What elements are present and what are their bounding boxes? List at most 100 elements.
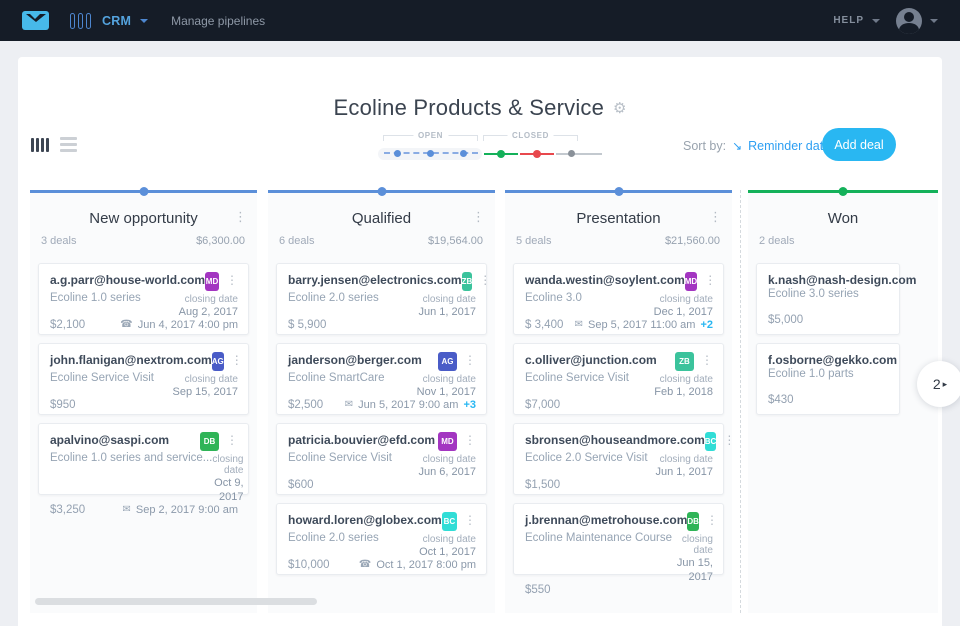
- owner-avatar[interactable]: MD: [685, 272, 697, 291]
- pipeline-page: CRM Manage pipelines HELP Ecoline Produc…: [0, 0, 960, 626]
- closing-date: closing date Jun 15, 2017: [672, 534, 713, 584]
- deal-card[interactable]: a.g.parr@house-world.com MD ⋮ Ecoline 1.…: [38, 263, 249, 335]
- stage-column-qualified: Qualified ⋮ 6 deals $19,564.00 barry.jen…: [268, 190, 495, 613]
- owner-avatar[interactable]: AG: [212, 352, 224, 371]
- horizontal-scrollbar[interactable]: [35, 598, 317, 605]
- open-label: OPEN: [413, 131, 448, 140]
- deal-card[interactable]: wanda.westin@soylent.com MD ⋮ Ecoline 3.…: [513, 263, 724, 335]
- next-activity: ☎ Oct 1, 2017 8:00 pm: [359, 559, 476, 571]
- chevron-down-icon: [140, 19, 148, 23]
- deal-product: Ecoline Service Visit: [525, 372, 629, 399]
- deal-card[interactable]: sbronsen@houseandmore.com BC ⋮ Ecolice 2…: [513, 423, 724, 495]
- closing-date: closing date Nov 1, 2017: [417, 374, 476, 399]
- deal-card[interactable]: howard.loren@globex.com BC ⋮ Ecoline 2.0…: [276, 503, 487, 575]
- stage-dot: [394, 150, 401, 157]
- owner-avatar[interactable]: BC: [442, 512, 457, 531]
- deals-count: 5 deals: [516, 235, 551, 257]
- chevron-down-icon: [872, 19, 880, 23]
- closing-date: closing date Sep 15, 2017: [173, 374, 238, 399]
- deal-email: wanda.westin@soylent.com: [525, 273, 685, 287]
- deal-card[interactable]: k.nash@nash-design.com Ecoline 3.0 serie…: [756, 263, 900, 335]
- deal-card[interactable]: j.brennan@metrohouse.com DB ⋮ Ecoline Ma…: [513, 503, 724, 575]
- owner-avatar[interactable]: MD: [438, 432, 457, 451]
- owner-avatar[interactable]: MD: [205, 272, 219, 291]
- card-menu-icon[interactable]: ⋮: [226, 434, 238, 446]
- stage-dot: [460, 150, 467, 157]
- card-menu-icon[interactable]: ⋮: [464, 354, 476, 366]
- deal-amount: $950: [50, 399, 76, 411]
- owner-avatar[interactable]: AG: [438, 352, 457, 371]
- open-stages-bracket: OPEN: [383, 135, 478, 141]
- add-deal-button[interactable]: Add deal: [822, 128, 896, 161]
- card-menu-icon[interactable]: ⋮: [464, 514, 476, 526]
- card-menu-icon[interactable]: ⋮: [226, 274, 238, 286]
- deals-total: $21,560.00: [665, 235, 720, 257]
- stage-line: [378, 147, 628, 161]
- chevron-right-icon: ▸: [943, 379, 948, 390]
- pipeline-columns-icon[interactable]: [70, 13, 91, 29]
- user-avatar[interactable]: [896, 8, 922, 34]
- deal-product: Ecoline 3.0 series: [768, 288, 859, 300]
- stage-dot: [427, 150, 434, 157]
- deal-amount: $430: [768, 394, 794, 406]
- deal-card[interactable]: c.olliver@junction.com ZB ⋮ Ecoline Serv…: [513, 343, 724, 415]
- deal-card[interactable]: apalvino@saspi.com DB ⋮ Ecoline 1.0 seri…: [38, 423, 249, 495]
- sort-direction-icon[interactable]: ↘: [732, 140, 742, 152]
- deal-email: f.osborne@gekko.com: [768, 353, 897, 367]
- mail-app-icon[interactable]: [22, 11, 49, 30]
- pipeline-stages-widget: OPEN CLOSED: [378, 131, 628, 161]
- sort-by-label: Sort by:: [683, 139, 726, 153]
- stage-column-new-opportunity: New opportunity ⋮ 3 deals $6,300.00 a.g.…: [30, 190, 257, 613]
- card-menu-icon[interactable]: ⋮: [701, 354, 713, 366]
- gear-icon[interactable]: ⚙: [613, 101, 626, 116]
- deal-card[interactable]: john.flanigan@nextrom.com AG ⋮ Ecoline S…: [38, 343, 249, 415]
- crm-menu[interactable]: CRM: [102, 14, 131, 28]
- deal-card[interactable]: patricia.bouvier@efd.com MD ⋮ Ecoline Se…: [276, 423, 487, 495]
- card-menu-icon[interactable]: ⋮: [464, 434, 476, 446]
- manage-pipelines-link[interactable]: Manage pipelines: [171, 14, 265, 28]
- deal-email: a.g.parr@house-world.com: [50, 273, 205, 287]
- owner-avatar[interactable]: DB: [687, 512, 699, 531]
- kanban-view-toggle[interactable]: [31, 138, 49, 152]
- card-menu-icon[interactable]: ⋮: [704, 274, 716, 286]
- deal-product: Ecoline 1.0 series: [50, 292, 141, 319]
- help-menu[interactable]: HELP: [833, 15, 864, 26]
- deal-product: Ecoline SmartCare: [288, 372, 385, 399]
- closing-date: closing date Feb 1, 2018: [654, 374, 713, 399]
- column-title: Won: [828, 210, 859, 227]
- deal-card[interactable]: janderson@berger.com AG ⋮ Ecoline SmartC…: [276, 343, 487, 415]
- deal-product: Ecoline 2.0 series: [288, 292, 379, 319]
- owner-avatar[interactable]: BC: [705, 432, 717, 451]
- stage-column-won: Won 2 deals k.nash@nash-design.com Ecoli…: [748, 190, 938, 613]
- card-menu-icon[interactable]: ⋮: [479, 274, 491, 286]
- deals-count: 6 deals: [279, 235, 314, 257]
- list-view-toggle[interactable]: [60, 137, 77, 152]
- deal-amount: $600: [288, 479, 314, 491]
- next-activity: ✉ Jun 5, 2017 9:00 am +3: [345, 399, 476, 411]
- column-menu-icon[interactable]: ⋮: [234, 209, 247, 225]
- deal-product: Ecoline 1.0 parts: [768, 368, 854, 380]
- owner-avatar[interactable]: ZB: [675, 352, 694, 371]
- deals-count: 2 deals: [759, 235, 794, 257]
- deal-card[interactable]: barry.jensen@electronics.com ZB ⋮ Ecolin…: [276, 263, 487, 335]
- owner-avatar[interactable]: DB: [200, 432, 219, 451]
- deals-total: $6,300.00: [196, 235, 245, 257]
- next-activity: ✉ Sep 5, 2017 11:00 am +2: [575, 319, 713, 331]
- owner-avatar[interactable]: ZB: [462, 272, 473, 291]
- sort-field-select[interactable]: Reminder date: [748, 139, 830, 153]
- card-menu-icon[interactable]: ⋮: [231, 354, 243, 366]
- card-menu-icon[interactable]: ⋮: [706, 514, 718, 526]
- column-menu-icon[interactable]: ⋮: [709, 209, 722, 225]
- stage-column-presentation: Presentation ⋮ 5 deals $21,560.00 wanda.…: [505, 190, 732, 613]
- card-menu-icon[interactable]: ⋮: [723, 434, 735, 446]
- deal-amount: $7,000: [525, 399, 560, 411]
- more-columns-button[interactable]: 2 ▸: [917, 361, 960, 407]
- closed-stages-bracket: CLOSED: [483, 135, 578, 141]
- column-menu-icon[interactable]: ⋮: [472, 209, 485, 225]
- deal-amount: $ 3,400: [525, 319, 563, 331]
- deal-amount: $10,000: [288, 559, 330, 571]
- deal-amount: $5,000: [768, 314, 803, 326]
- deal-product: Ecolice 2.0 Service Visit: [525, 452, 648, 479]
- deal-amount: $2,100: [50, 319, 85, 331]
- deal-card[interactable]: f.osborne@gekko.com Ecoline 1.0 parts $4…: [756, 343, 900, 415]
